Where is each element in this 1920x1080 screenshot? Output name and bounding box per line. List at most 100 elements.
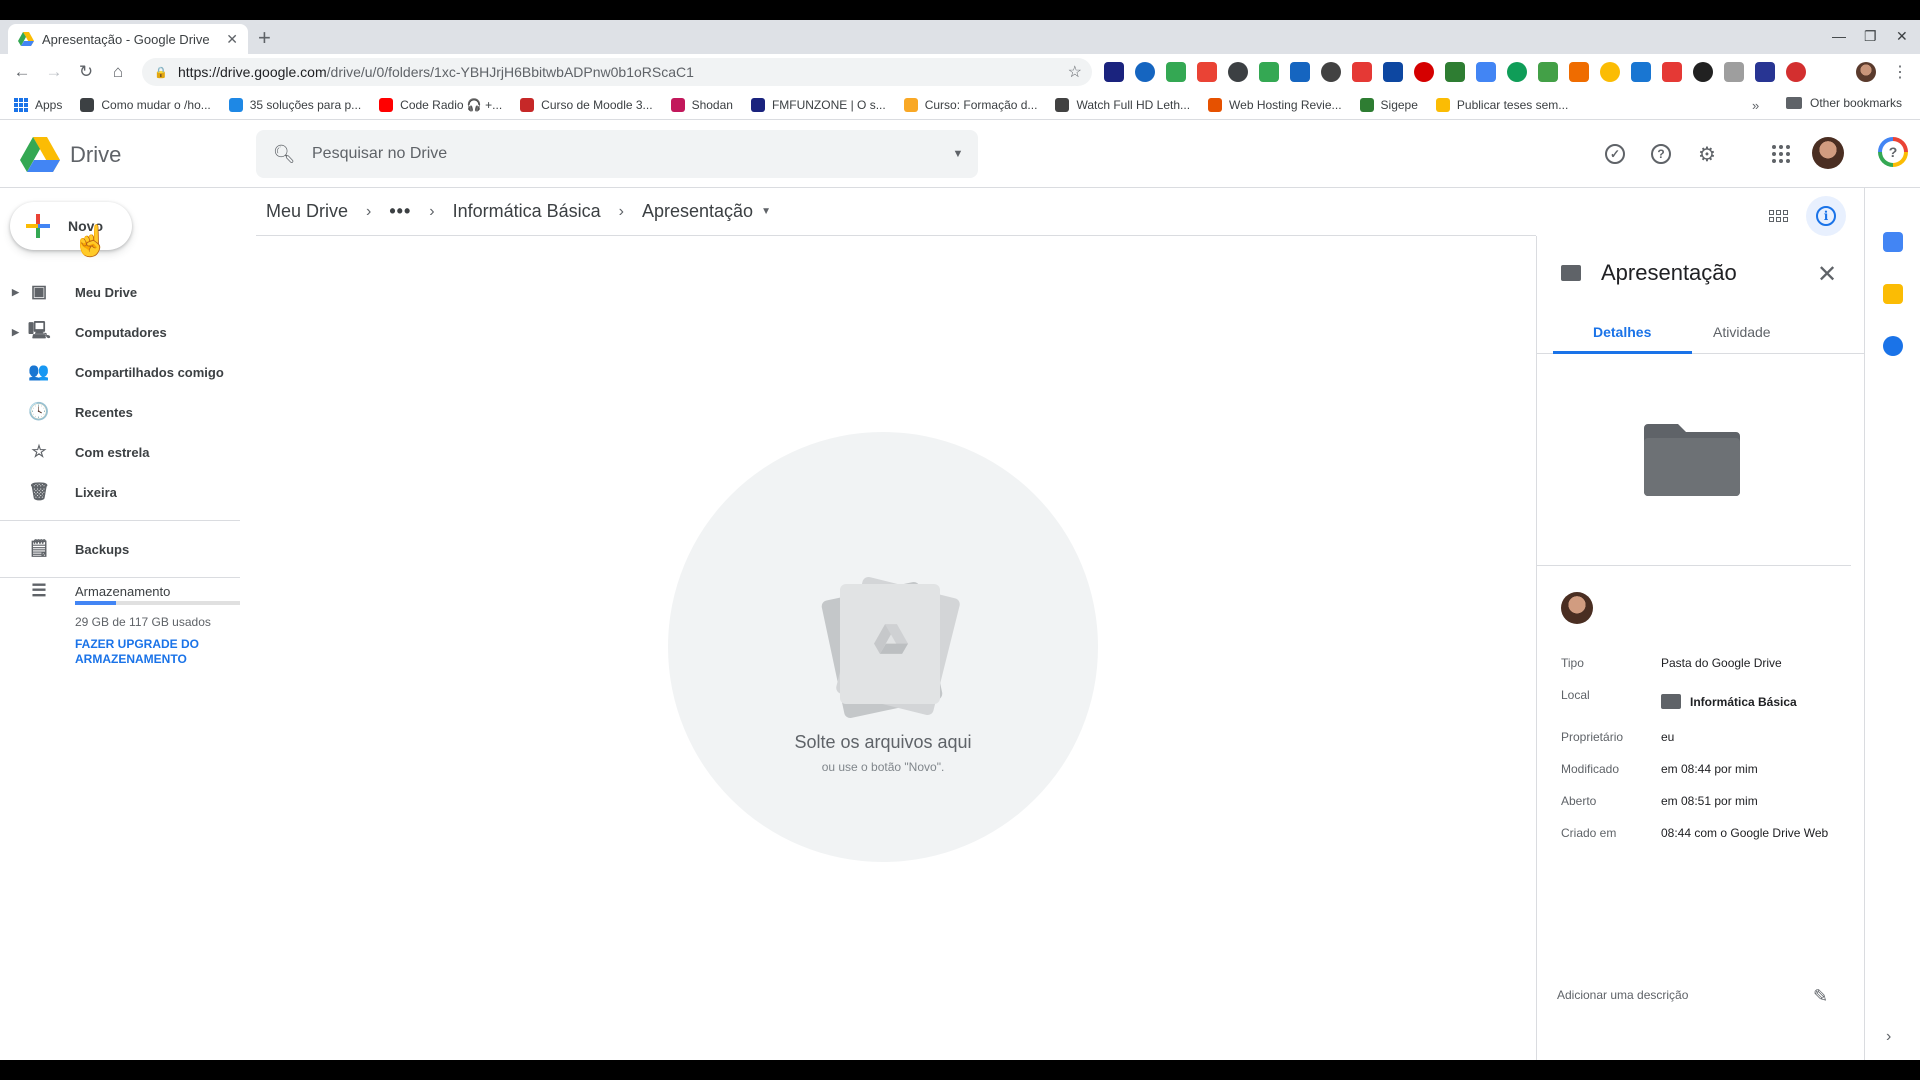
bookmark-star-icon[interactable]: ☆ xyxy=(1068,62,1082,82)
extension-icon[interactable] xyxy=(1662,62,1682,82)
restore-icon[interactable]: ❐ xyxy=(1864,28,1877,45)
google-account-icon[interactable]: ? xyxy=(1878,137,1908,167)
breadcrumb-root[interactable]: Meu Drive xyxy=(256,201,358,222)
browser-tab[interactable]: Apresentação - Google Drive ✕ xyxy=(8,24,248,54)
extension-icon[interactable] xyxy=(1104,62,1124,82)
tab-atividade[interactable]: Atividade xyxy=(1713,324,1771,340)
sidebar-item-storage[interactable]: ☰ Armazenamento xyxy=(0,571,240,611)
extension-icon[interactable] xyxy=(1724,62,1744,82)
tab-detalhes[interactable]: Detalhes xyxy=(1593,324,1651,340)
settings-gear-icon[interactable]: ⚙ xyxy=(1695,142,1719,166)
home-icon[interactable]: ⌂ xyxy=(102,62,134,82)
extension-icon[interactable] xyxy=(1476,62,1496,82)
extension-icon[interactable] xyxy=(1569,62,1589,82)
chevron-right-icon[interactable]: › xyxy=(1886,1028,1891,1046)
bookmark-item[interactable]: 35 soluções para p... xyxy=(228,97,361,112)
grid-view-icon[interactable] xyxy=(1762,200,1794,232)
new-tab-button[interactable]: + xyxy=(258,26,271,50)
extension-icon[interactable] xyxy=(1445,62,1465,82)
sidebar-item-com-estrela[interactable]: ☆ Com estrela xyxy=(0,432,240,472)
tasks-icon[interactable] xyxy=(1883,336,1903,356)
breadcrumb-parent[interactable]: Informática Básica xyxy=(443,201,611,222)
sidebar-item-computadores[interactable]: ▶ 🖳 Computadores xyxy=(0,312,240,352)
bookmark-item[interactable]: Code Radio 🎧 +... xyxy=(379,97,502,112)
chrome-menu-icon[interactable]: ⋮ xyxy=(1892,62,1908,82)
ready-offline-icon[interactable]: ✓ xyxy=(1603,142,1627,166)
expand-caret-icon[interactable]: ▶ xyxy=(12,287,19,298)
bookmark-label: Watch Full HD Leth... xyxy=(1076,97,1191,112)
extension-icon[interactable] xyxy=(1693,62,1713,82)
sidebar-item-compartilhados-comigo[interactable]: 👥 Compartilhados comigo xyxy=(0,352,240,392)
sidebar-item-lixeira[interactable]: 🗑 Lixeira xyxy=(0,472,240,512)
upgrade-storage-link[interactable]: FAZER UPGRADE DO ARMAZENAMENTO xyxy=(75,637,215,667)
bookmark-item[interactable]: Watch Full HD Leth... xyxy=(1055,97,1191,112)
extension-icon[interactable] xyxy=(1631,62,1651,82)
extension-icon[interactable] xyxy=(1352,62,1372,82)
pencil-icon[interactable]: ✎ xyxy=(1813,986,1828,1007)
details-info-button[interactable]: i xyxy=(1806,196,1846,236)
bookmark-item[interactable]: Sigepe xyxy=(1359,97,1418,112)
bookmark-item[interactable]: FMFUNZONE | O s... xyxy=(750,97,886,112)
description-field[interactable]: Adicionar uma descrição xyxy=(1557,988,1857,1002)
back-icon[interactable]: ← xyxy=(6,62,38,82)
property-value: em 08:44 por mim xyxy=(1661,762,1758,776)
reload-icon[interactable]: ↻ xyxy=(70,62,102,82)
search-input[interactable] xyxy=(312,145,938,163)
minimize-icon[interactable]: — xyxy=(1832,28,1846,44)
expand-caret-icon[interactable]: ▶ xyxy=(12,327,19,338)
extension-icon[interactable] xyxy=(1166,62,1186,82)
sidebar-item-label: Meu Drive xyxy=(75,284,138,300)
tab-close-icon[interactable]: ✕ xyxy=(226,31,238,48)
caret-down-icon[interactable]: ▼ xyxy=(761,206,771,217)
drive-logo-text: Drive xyxy=(70,141,122,167)
owner-avatar[interactable] xyxy=(1561,592,1593,624)
search-options-icon[interactable]: ▼ xyxy=(938,148,978,160)
window-close-icon[interactable]: ✕ xyxy=(1896,28,1908,45)
close-icon[interactable]: ✕ xyxy=(1817,260,1837,289)
account-avatar[interactable] xyxy=(1812,137,1844,169)
forward-icon[interactable]: → xyxy=(38,62,70,82)
chrome-profile-avatar[interactable] xyxy=(1856,62,1876,82)
location-link[interactable]: Informática Básica xyxy=(1661,694,1797,709)
extension-icon[interactable] xyxy=(1228,62,1248,82)
extension-icon[interactable] xyxy=(1414,62,1434,82)
other-bookmarks[interactable]: Other bookmarks xyxy=(1786,96,1902,110)
extension-icon[interactable] xyxy=(1321,62,1341,82)
breadcrumb-more[interactable]: ••• xyxy=(379,201,421,222)
shared-folder-icon xyxy=(1661,694,1681,709)
drive-logo[interactable]: Drive xyxy=(20,137,121,172)
bookmark-apps[interactable]: Apps xyxy=(14,97,62,112)
bookmark-item[interactable]: Shodan xyxy=(670,97,733,112)
calendar-icon[interactable] xyxy=(1883,232,1903,252)
help-icon[interactable]: ? xyxy=(1649,142,1673,166)
bookmark-item[interactable]: Curso: Formação d... xyxy=(903,97,1037,112)
extension-icon[interactable] xyxy=(1197,62,1217,82)
sidebar-item-backups[interactable]: 🗒 Backups xyxy=(0,529,240,569)
bookmark-item[interactable]: Como mudar o /ho... xyxy=(80,97,211,112)
extension-icon[interactable] xyxy=(1600,62,1620,82)
extension-icon[interactable] xyxy=(1538,62,1558,82)
breadcrumb-current[interactable]: Apresentação xyxy=(632,201,763,222)
bookmark-item[interactable]: Publicar teses sem... xyxy=(1435,97,1568,112)
sidebar-item-meu-drive[interactable]: ▶ ▣ Meu Drive xyxy=(0,272,240,312)
sidebar-nav: ▶ ▣ Meu Drive ▶ 🖳 Computadores 👥 Compartilhados… xyxy=(0,272,240,586)
search-icon[interactable]: 🔍︎ xyxy=(256,144,312,165)
extension-icon[interactable] xyxy=(1507,62,1527,82)
extension-icon[interactable] xyxy=(1383,62,1403,82)
google-apps-icon[interactable] xyxy=(1769,142,1793,166)
chevron-right-icon: › xyxy=(618,202,624,220)
keep-icon[interactable] xyxy=(1883,284,1903,304)
extension-icon[interactable] xyxy=(1755,62,1775,82)
extension-icon[interactable] xyxy=(1290,62,1310,82)
extension-icon[interactable] xyxy=(1259,62,1279,82)
bookmarks-overflow-icon[interactable]: » xyxy=(1752,98,1759,113)
address-bar[interactable]: 🔒 https://drive.google.com /drive/u/0/fo… xyxy=(142,58,1092,86)
extension-icon[interactable] xyxy=(1786,62,1806,82)
extension-icon[interactable] xyxy=(1135,62,1155,82)
sidebar-item-recentes[interactable]: 🕓 Recentes xyxy=(0,392,240,432)
apps-grid-icon xyxy=(14,97,28,112)
bookmark-item[interactable]: Web Hosting Revie... xyxy=(1208,97,1342,112)
backups-icon: 🗒 xyxy=(28,539,50,558)
new-button[interactable]: Novo xyxy=(10,202,132,250)
bookmark-item[interactable]: Curso de Moodle 3... xyxy=(520,97,653,112)
